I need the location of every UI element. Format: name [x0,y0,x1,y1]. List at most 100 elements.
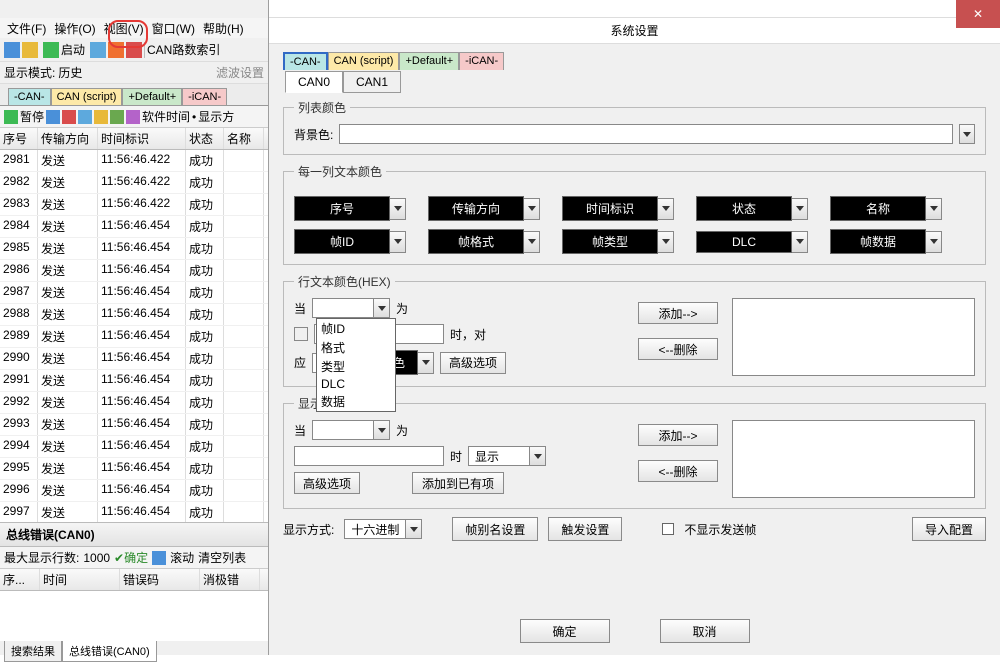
adv-button-2[interactable]: 高级选项 [294,472,360,494]
add-button-2[interactable]: 添加--> [638,424,718,446]
bus-th-seq[interactable]: 序... [0,569,40,590]
table-row[interactable]: 2989发送11:56:46.454成功 [0,326,268,348]
alias-button[interactable]: 帧别名设置 [452,517,538,541]
table-row[interactable]: 2988发送11:56:46.454成功 [0,304,268,326]
table-row[interactable]: 2990发送11:56:46.454成功 [0,348,268,370]
th-stat[interactable]: 状态 [186,128,224,149]
show-select[interactable]: 显示 [468,446,546,466]
dropdown-item[interactable]: DLC [317,376,395,392]
table-row[interactable]: 2992发送11:56:46.454成功 [0,392,268,414]
table-row[interactable]: 2984发送11:56:46.454成功 [0,216,268,238]
action-icon-2[interactable] [62,110,76,124]
dropdown-item[interactable]: 数据 [317,392,395,411]
filter-value-input[interactable] [294,446,444,466]
th-dir[interactable]: 传输方向 [38,128,98,149]
column-color-combo[interactable]: 帧数据 [830,229,942,254]
clear-button[interactable]: 清空列表 [198,549,246,566]
table-row[interactable]: 2991发送11:56:46.454成功 [0,370,268,392]
column-color-combo[interactable]: 帧格式 [428,229,540,254]
filter-list[interactable] [732,420,975,498]
dlg-tab-can0[interactable]: CAN0 [285,71,343,93]
field-select[interactable] [312,298,390,318]
th-time[interactable]: 时间标识 [98,128,186,149]
adv-button-1[interactable]: 高级选项 [440,352,506,374]
dropdown-item[interactable]: 格式 [317,338,395,357]
table-row[interactable]: 2981发送11:56:46.422成功 [0,150,268,172]
table-row[interactable]: 2993发送11:56:46.454成功 [0,414,268,436]
dlg-tab-can1[interactable]: CAN1 [343,71,401,93]
open-icon[interactable] [22,42,38,58]
trigger-button[interactable]: 触发设置 [548,517,622,541]
table-row[interactable]: 2994发送11:56:46.454成功 [0,436,268,458]
import-button[interactable]: 导入配置 [912,517,986,541]
bg-color-dropdown[interactable] [959,124,975,144]
filter-field-select[interactable] [312,420,390,440]
run-icon[interactable] [4,110,18,124]
row-color-list[interactable] [732,298,975,376]
dlg-tab-ican[interactable]: -iCAN- [459,52,504,70]
bus-th-code[interactable]: 错误码 [120,569,200,590]
table-row[interactable]: 2986发送11:56:46.454成功 [0,260,268,282]
column-color-combo[interactable]: 帧ID [294,229,406,254]
display-mode-select[interactable]: 十六进制 [344,519,422,539]
tab-can-script[interactable]: CAN (script) [51,88,123,105]
tool-icon-1[interactable] [90,42,106,58]
bg-color-input[interactable] [339,124,953,144]
column-color-combo[interactable]: DLC [696,229,808,254]
help-icon[interactable] [126,42,142,58]
bus-th-time[interactable]: 时间 [40,569,120,590]
dlg-tab-script[interactable]: CAN (script) [328,52,400,70]
field-dropdown-list[interactable]: 帧ID格式类型DLC数据 [316,318,396,412]
bus-th-passive[interactable]: 消极错 [200,569,260,590]
del-button-2[interactable]: <--删除 [638,460,718,482]
column-color-combo[interactable]: 传输方向 [428,196,540,221]
hide-send-checkbox[interactable] [662,523,674,535]
column-color-combo[interactable]: 时间标识 [562,196,674,221]
new-icon[interactable] [4,42,20,58]
cancel-button[interactable]: 取消 [660,619,750,643]
checkbox-match[interactable] [294,327,308,341]
addto-button[interactable]: 添加到已有项 [412,472,504,494]
tool-icon-2[interactable] [108,42,124,58]
table-row[interactable]: 2997发送11:56:46.454成功 [0,502,268,524]
menu-help[interactable]: 帮助(H) [200,20,247,37]
table-row[interactable]: 2985发送11:56:46.454成功 [0,238,268,260]
pause-button[interactable]: 暂停 [20,108,44,125]
table-row[interactable]: 2995发送11:56:46.454成功 [0,458,268,480]
action-icon-4[interactable] [94,110,108,124]
scroll-button[interactable]: 滚动 [170,549,194,566]
table-row[interactable]: 2996发送11:56:46.454成功 [0,480,268,502]
dropdown-item[interactable]: 类型 [317,357,395,376]
th-name[interactable]: 名称 [224,128,264,149]
mode-value[interactable]: 历史 [55,64,85,81]
add-button-1[interactable]: 添加--> [638,302,718,324]
menu-file[interactable]: 文件(F) [4,20,49,37]
filter-button[interactable]: 滤波设置 [216,64,264,81]
column-color-combo[interactable]: 序号 [294,196,406,221]
table-row[interactable]: 2982发送11:56:46.422成功 [0,172,268,194]
tab-default[interactable]: +Default+ [122,88,182,105]
ok-button[interactable]: ✔确定 [114,549,148,566]
dlg-tab-default[interactable]: +Default+ [399,52,459,70]
tab-can[interactable]: -CAN- [8,88,51,105]
bus-tab-search[interactable]: 搜索结果 [4,641,62,662]
ok-button[interactable]: 确定 [520,619,610,643]
dlg-tab-can[interactable]: -CAN- [283,52,328,70]
menu-window[interactable]: 窗口(W) [149,20,198,37]
menu-operate[interactable]: 操作(O) [51,20,98,37]
column-color-combo[interactable]: 状态 [696,196,808,221]
menu-view[interactable]: 视图(V) [101,20,147,37]
bus-tab-error[interactable]: 总线错误(CAN0) [62,641,157,662]
table-row[interactable]: 2983发送11:56:46.422成功 [0,194,268,216]
table-row[interactable]: 2987发送11:56:46.454成功 [0,282,268,304]
action-icon-5[interactable] [110,110,124,124]
th-seq[interactable]: 序号 [0,128,38,149]
tab-ican[interactable]: -iCAN- [182,88,227,105]
action-icon-6[interactable] [126,110,140,124]
action-icon-1[interactable] [46,110,60,124]
del-button-1[interactable]: <--删除 [638,338,718,360]
dropdown-item[interactable]: 帧ID [317,319,395,338]
column-color-combo[interactable]: 帧类型 [562,229,674,254]
start-button[interactable]: 启动 [40,40,88,59]
action-icon-3[interactable] [78,110,92,124]
